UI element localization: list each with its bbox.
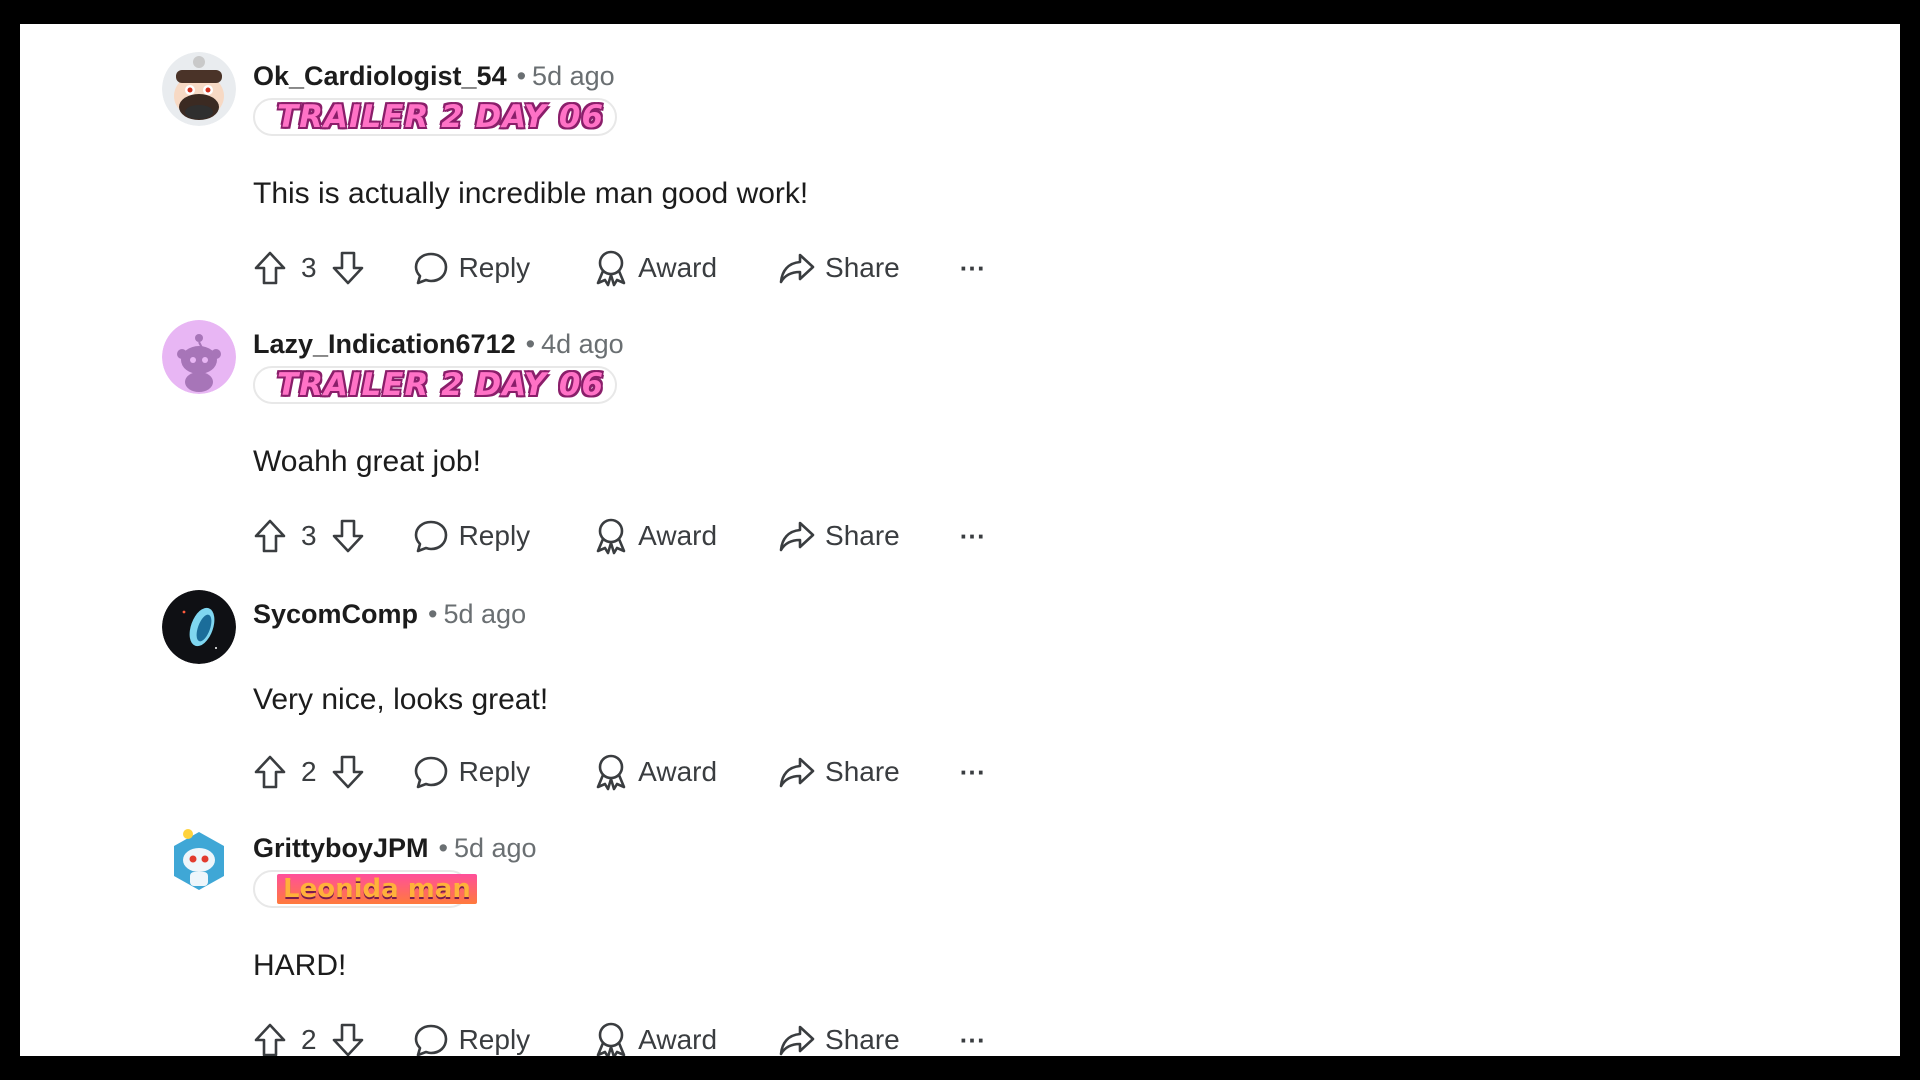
avatar[interactable] bbox=[162, 824, 236, 898]
share-button[interactable]: Share bbox=[779, 1023, 900, 1056]
speech-bubble-icon bbox=[414, 252, 447, 285]
award-button[interactable]: Award bbox=[594, 517, 717, 555]
upvote-button[interactable] bbox=[253, 250, 287, 286]
upvote-arrow-icon bbox=[254, 251, 286, 285]
vote-count: 3 bbox=[301, 252, 317, 283]
timestamp[interactable]: 5d ago bbox=[444, 599, 527, 629]
separator-dot: • bbox=[516, 61, 527, 91]
downvote-button[interactable] bbox=[331, 1022, 365, 1056]
speech-bubble-icon bbox=[414, 1024, 447, 1056]
comment-text: HARD! bbox=[253, 949, 347, 982]
award-ribbon-icon bbox=[596, 754, 626, 791]
upvote-arrow-icon bbox=[254, 755, 286, 789]
downvote-button[interactable] bbox=[331, 754, 365, 790]
comment-actions: 2 Reply Award Share ··· bbox=[253, 1018, 986, 1056]
reply-button[interactable]: Reply bbox=[413, 754, 531, 790]
award-ribbon-icon bbox=[596, 518, 626, 555]
separator-dot: • bbox=[438, 833, 448, 863]
award-label: Award bbox=[638, 756, 718, 787]
comment-text: Woahh great job! bbox=[253, 445, 481, 478]
upvote-arrow-icon bbox=[254, 1023, 286, 1056]
award-ribbon-icon bbox=[596, 1022, 626, 1056]
upvote-arrow-icon bbox=[254, 519, 286, 553]
award-ribbon-icon bbox=[596, 250, 626, 287]
separator-dot: • bbox=[428, 599, 438, 629]
share-button[interactable]: Share bbox=[779, 519, 900, 553]
timestamp[interactable]: 4d ago bbox=[541, 329, 624, 359]
ellipsis-icon: ··· bbox=[959, 756, 986, 787]
share-label: Share bbox=[825, 756, 900, 787]
share-label: Share bbox=[825, 520, 900, 551]
more-options-button[interactable]: ··· bbox=[960, 253, 986, 284]
comment-text: This is actually incredible man good wor… bbox=[253, 177, 809, 210]
ellipsis-icon: ··· bbox=[959, 1024, 986, 1055]
share-arrow-icon bbox=[779, 253, 815, 284]
reply-label: Reply bbox=[458, 520, 531, 551]
flair-text: TRAILER 2 DAY 06 bbox=[277, 367, 605, 403]
upvote-button[interactable] bbox=[253, 1022, 287, 1056]
award-button[interactable]: Award bbox=[594, 753, 717, 791]
upvote-button[interactable] bbox=[253, 754, 287, 790]
share-button[interactable]: Share bbox=[779, 251, 900, 285]
share-arrow-icon bbox=[779, 1025, 815, 1056]
award-button[interactable]: Award bbox=[594, 249, 717, 287]
timestamp[interactable]: 5d ago bbox=[532, 61, 615, 91]
reply-button[interactable]: Reply bbox=[413, 518, 531, 554]
upvote-button[interactable] bbox=[253, 518, 287, 554]
comment-actions: 3 Reply Award Share ··· bbox=[253, 246, 986, 290]
speech-bubble-icon bbox=[414, 520, 447, 553]
snoo-default-purple-avatar-icon bbox=[162, 320, 236, 394]
share-label: Share bbox=[825, 252, 900, 283]
username[interactable]: SycomComp bbox=[253, 599, 418, 629]
award-label: Award bbox=[638, 1024, 718, 1055]
comment-actions: 2 Reply Award Share ··· bbox=[253, 750, 986, 794]
ellipsis-icon: ··· bbox=[959, 520, 986, 551]
planet-avatar-icon bbox=[162, 590, 236, 664]
downvote-button[interactable] bbox=[331, 250, 365, 286]
avatar[interactable] bbox=[162, 320, 236, 394]
share-label: Share bbox=[825, 1024, 900, 1055]
downvote-arrow-icon bbox=[332, 251, 363, 285]
reply-button[interactable]: Reply bbox=[413, 1022, 531, 1056]
avatar[interactable] bbox=[162, 52, 236, 126]
username[interactable]: Lazy_Indication6712 bbox=[253, 329, 516, 359]
share-button[interactable]: Share bbox=[779, 755, 900, 789]
more-options-button[interactable]: ··· bbox=[960, 521, 986, 552]
snoo-astronaut-avatar-icon bbox=[162, 824, 236, 898]
downvote-arrow-icon bbox=[332, 755, 363, 789]
reply-label: Reply bbox=[458, 252, 531, 283]
reply-label: Reply bbox=[458, 756, 531, 787]
award-button[interactable]: Award bbox=[594, 1021, 717, 1056]
downvote-arrow-icon bbox=[332, 1023, 363, 1056]
flair-text: TRAILER 2 DAY 06 bbox=[277, 99, 605, 135]
snoo-bearded-avatar-icon bbox=[162, 52, 236, 126]
share-arrow-icon bbox=[779, 757, 815, 788]
vote-count: 2 bbox=[301, 1024, 317, 1055]
comment-text: Very nice, looks great! bbox=[253, 683, 549, 716]
user-flair: Leonida man bbox=[253, 870, 477, 908]
flair-text: Leonida man bbox=[277, 874, 477, 904]
avatar[interactable] bbox=[162, 590, 236, 664]
timestamp[interactable]: 5d ago bbox=[454, 833, 537, 863]
speech-bubble-icon bbox=[414, 756, 447, 789]
username[interactable]: Ok_Cardiologist_54 bbox=[253, 61, 507, 91]
vote-count: 2 bbox=[301, 756, 317, 787]
user-flair: TRAILER 2 DAY 06 bbox=[253, 366, 617, 404]
award-label: Award bbox=[638, 252, 718, 283]
ellipsis-icon: ··· bbox=[959, 252, 986, 283]
more-options-button[interactable]: ··· bbox=[960, 1025, 986, 1056]
reply-label: Reply bbox=[458, 1024, 531, 1055]
user-flair: TRAILER 2 DAY 06 bbox=[253, 98, 617, 136]
downvote-button[interactable] bbox=[331, 518, 365, 554]
downvote-arrow-icon bbox=[332, 519, 363, 553]
vote-count: 3 bbox=[301, 520, 317, 551]
username[interactable]: GrittyboyJPM bbox=[253, 833, 429, 863]
share-arrow-icon bbox=[779, 521, 815, 552]
separator-dot: • bbox=[525, 329, 536, 359]
comments-panel: Ok_Cardiologist_54 • 5d ago TRAILER 2 DAY … bbox=[20, 24, 1900, 1056]
more-options-button[interactable]: ··· bbox=[960, 757, 986, 788]
award-label: Award bbox=[638, 520, 718, 551]
comment-actions: 3 Reply Award Share ··· bbox=[253, 514, 986, 558]
reply-button[interactable]: Reply bbox=[413, 250, 531, 286]
